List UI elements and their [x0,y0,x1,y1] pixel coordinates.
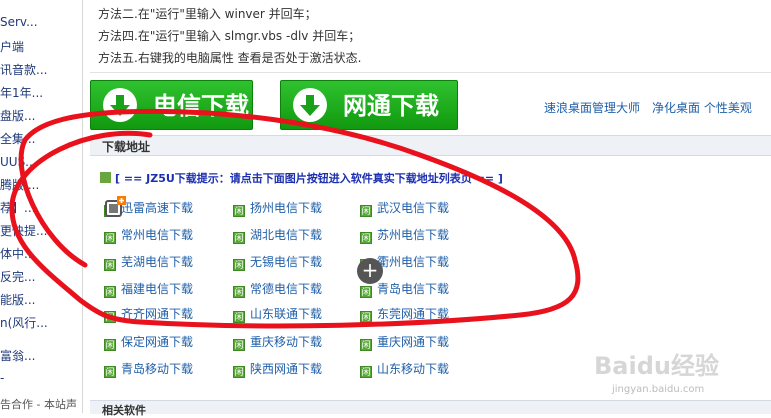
badge-icon: 闲 [104,259,116,271]
badge-icon: 闲 [360,311,372,323]
download-section-header: 下载地址 [90,135,771,156]
download-link[interactable]: 闲芜湖电信下载 [104,253,193,271]
sidebar-item[interactable]: 盘版... [0,106,35,126]
share-icon[interactable] [105,196,127,218]
download-link-label: 苏州电信下载 [377,228,450,242]
sidebar-item[interactable]: 讯音款... [0,60,47,80]
sidebar-item[interactable]: UUS... [0,152,37,172]
download-link-label: 重庆网通下载 [377,335,450,349]
badge-icon: 闲 [360,286,372,298]
download-link-label: 武汉电信下载 [377,201,450,215]
download-link[interactable]: 闲齐齐网通下载 [104,305,193,323]
telecom-download-label: 电信下载 [153,92,249,120]
top-link[interactable]: 净化桌面 个性美观 [652,99,752,116]
download-tip-text: [ == JZ5U下载提示：请点击下面图片按钮进入软件真实下载地址列表页 == … [115,172,503,185]
netcom-download-label: 网通下载 [343,92,439,120]
download-link[interactable]: 闲湖北电信下载 [233,226,322,244]
badge-icon: 闲 [360,339,372,351]
download-link-label: 重庆移动下载 [250,335,323,349]
download-link[interactable]: 闲青岛移动下载 [104,360,193,378]
download-link[interactable]: 闲重庆移动下载 [233,333,322,351]
watermark-logo-text: Baidu经验 [594,352,719,380]
download-link[interactable]: 闲重庆网通下载 [360,333,449,351]
download-link[interactable]: 闲保定网通下载 [104,333,193,351]
sidebar-item[interactable]: 年1年... [0,83,43,103]
download-link[interactable]: 闲陕西网通下载 [233,360,322,378]
sidebar-item[interactable]: n(风行... [0,313,48,333]
method-line: 方法四.在"运行"里输入 slmgr.vbs -dlv 并回车； [98,29,361,43]
download-link-label: 芜湖电信下载 [121,255,194,269]
top-link[interactable]: 速浪桌面管理大师 [544,99,640,116]
badge-icon: 闲 [104,311,116,323]
download-link[interactable]: 闲山东联通下载 [233,305,322,323]
download-link-label: 保定网通下载 [121,335,194,349]
download-tip: [ == JZ5U下载提示：请点击下面图片按钮进入软件真实下载地址列表页 == … [100,170,503,186]
sidebar-item[interactable]: 富翁... [0,346,35,366]
tip-icon [100,172,111,183]
download-link-label: 常州电信下载 [121,228,194,242]
badge-icon: 闲 [233,205,245,217]
sidebar-item[interactable]: 反完... [0,267,35,287]
download-link-label: 东莞网通下载 [377,307,450,321]
sidebar-item[interactable]: - [0,368,4,388]
sidebar-footer[interactable]: 告合作 - 本站声 [0,396,77,412]
related-software-title: 相关软件 [102,404,146,417]
download-link[interactable]: 闲扬州电信下载 [233,199,322,217]
download-link-label: 常德电信下载 [250,282,323,296]
download-link[interactable]: 闲无锡电信下载 [233,253,322,271]
badge-icon: 闲 [233,259,245,271]
badge-icon: 闲 [233,286,245,298]
download-link-label: 迅雷高速下载 [121,201,194,215]
download-link-label: 扬州电信下载 [250,201,323,215]
download-link[interactable]: 闲山东移动下载 [360,360,449,378]
badge-icon: 闲 [233,339,245,351]
sidebar-item[interactable]: 体中... [0,244,35,264]
download-arrow-icon [103,88,137,122]
download-link-label: 无锡电信下载 [250,255,323,269]
badge-icon: 闲 [360,232,372,244]
download-link[interactable]: 闲福建电信下载 [104,280,193,298]
badge-icon: 闲 [104,339,116,351]
download-link-label: 陕西网通下载 [250,362,323,376]
divider [90,72,771,73]
method-line: 方法五.右键我的电脑属性 查看是否处于激活状态. [98,51,362,65]
sidebar-item[interactable]: 全集... [0,129,35,149]
download-link-label: 青岛电信下载 [377,282,450,296]
watermark-url: jingyan.baidu.com [612,384,705,395]
download-link-label: 山东联通下载 [250,307,323,321]
sidebar-item[interactable]: 更快提... [0,221,47,241]
download-link[interactable]: 闲苏州电信下载 [360,226,449,244]
download-link-label: 衢州电信下载 [377,255,450,269]
download-link-label: 青岛移动下载 [121,362,194,376]
badge-icon: 闲 [233,311,245,323]
download-link-label: 山东移动下载 [377,362,450,376]
download-section-title: 下载地址 [102,140,151,154]
sidebar-item[interactable]: 荐】... [0,198,35,218]
telecom-download-button[interactable]: 电信下载 [90,80,253,130]
badge-icon: 闲 [360,205,372,217]
sidebar: Serv... 户端 讯音款... 年1年... 盘版... 全集... UUS… [0,0,83,413]
download-link[interactable]: 闲常德电信下载 [233,280,322,298]
badge-icon: 闲 [233,366,245,378]
download-link-label: 福建电信下载 [121,282,194,296]
sidebar-item[interactable]: Serv... [0,12,38,32]
badge-icon: 闲 [104,366,116,378]
sidebar-item[interactable]: 腾版 ... [0,175,39,195]
download-arrow-icon [293,88,327,122]
download-link[interactable]: 闲东莞网通下载 [360,305,449,323]
badge-icon: 闲 [104,232,116,244]
download-link-label: 湖北电信下载 [250,228,323,242]
download-link[interactable]: 闲常州电信下载 [104,226,193,244]
sidebar-item[interactable]: 户端 [0,37,24,57]
badge-icon: 闲 [360,366,372,378]
netcom-download-button[interactable]: 网通下载 [280,80,458,130]
sidebar-item[interactable]: 能版... [0,290,35,310]
download-link[interactable]: 闲武汉电信下载 [360,199,449,217]
method-line: 方法二.在"运行"里输入 winver 并回车； [98,7,317,21]
plus-icon[interactable]: + [357,258,383,284]
download-link-label: 齐齐网通下载 [121,307,194,321]
badge-icon: 闲 [104,286,116,298]
badge-icon: 闲 [233,232,245,244]
baidu-jingyan-watermark: Baidu经验 [594,352,719,380]
